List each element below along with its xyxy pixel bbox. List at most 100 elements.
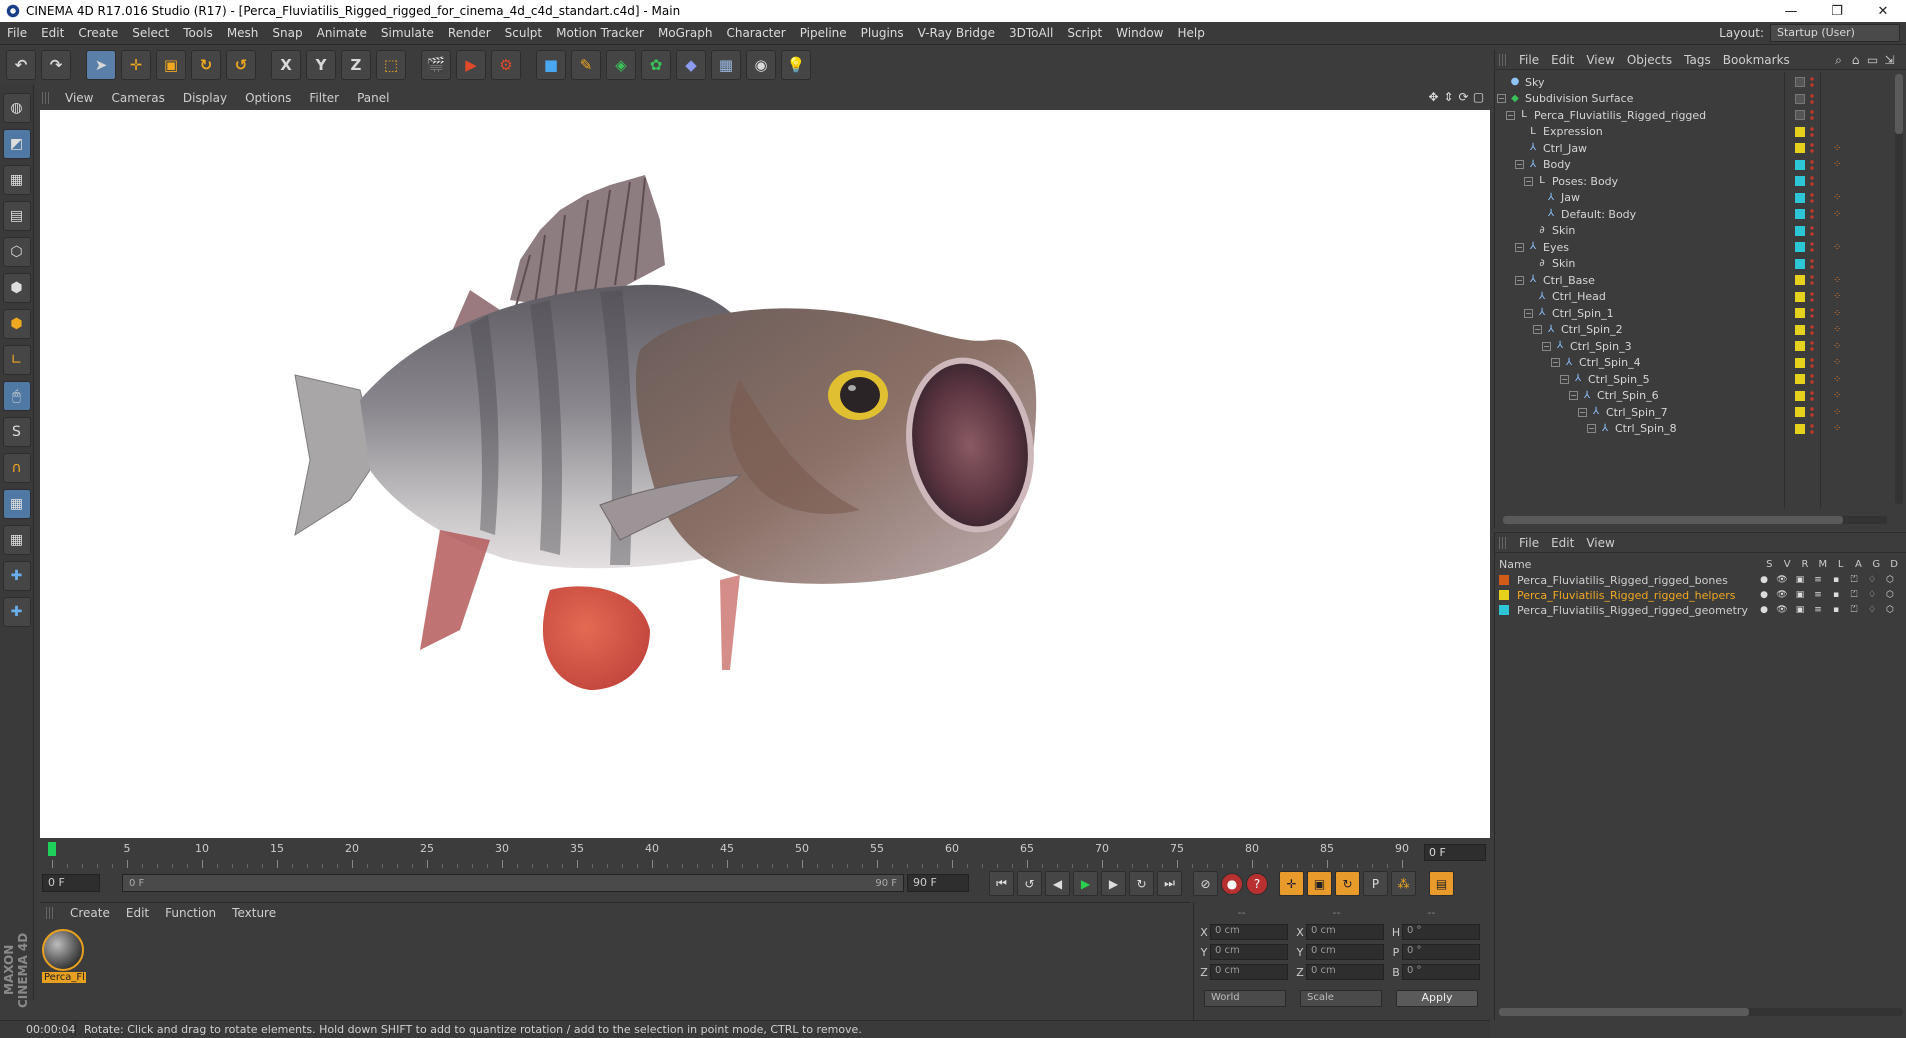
menu-3dtoall[interactable]: 3DToAll [1002,26,1060,40]
viewport-menu-options[interactable]: Options [236,91,300,105]
animation-icon[interactable]: ⏍ [1845,605,1863,615]
object-name[interactable]: Jaw [1561,191,1580,204]
autokey-icon[interactable]: ● [1221,873,1243,895]
visibility-dots-icon[interactable] [1810,406,1814,418]
collapse-toggle-icon[interactable]: − [1542,341,1551,351]
layer-color-swatch[interactable] [1795,176,1805,186]
viewport-menu-panel[interactable]: Panel [348,91,398,105]
polygons-mode-icon[interactable]: ⬢ [2,309,31,339]
layer-horizontal-scrollbar[interactable] [1499,1008,1903,1016]
menu-plugins[interactable]: Plugins [854,26,911,40]
viewport-menu-filter[interactable]: Filter [300,91,348,105]
end-frame-field[interactable]: 90 F [907,874,969,892]
menu-render[interactable]: Render [441,26,498,40]
size-x-field[interactable]: 0 cm [1306,924,1384,940]
material-preview-ball[interactable] [42,929,84,971]
panel-grip-icon[interactable] [46,907,54,919]
object-name[interactable]: Ctrl_Spin_3 [1570,340,1632,353]
object-name[interactable]: Ctrl_Spin_8 [1615,422,1677,435]
object-name[interactable]: Default: Body [1561,208,1636,221]
z-axis-icon[interactable]: Z [341,50,371,80]
apply-button[interactable]: Apply [1396,990,1478,1007]
key-rotation-icon[interactable]: ↻ [1335,871,1360,896]
layer-row[interactable]: Perca_Fluviatilis_Rigged_rigged_helpers ●… [1499,588,1903,602]
visibility-dots-icon[interactable] [1810,191,1814,204]
layer-color-swatch[interactable] [1795,374,1805,384]
maximize-button[interactable]: ❐ [1814,0,1860,22]
current-frame-field[interactable]: 0 F [1424,844,1486,861]
objects-menu-edit[interactable]: Edit [1545,53,1580,67]
visibility-dots-icon[interactable] [1810,224,1814,237]
key-position-icon[interactable]: ✛ [1279,871,1304,896]
expand-icon[interactable]: ⇲ [1881,53,1898,68]
planar-grid-icon[interactable]: ▦ [2,489,31,519]
layer-color-swatch[interactable] [1795,357,1805,368]
layer-color-swatch[interactable] [1795,341,1805,351]
objects-menu-file[interactable]: File [1513,53,1545,67]
visibility-dots-icon[interactable] [1810,356,1814,369]
model-mode-icon[interactable]: ◩ [2,129,31,159]
object-name[interactable]: Ctrl_Spin_5 [1588,373,1650,386]
solo-icon[interactable]: ● [1755,575,1773,585]
generator-icon[interactable]: ♢ [1863,590,1881,600]
ik-tag-icon[interactable]: ⁘ [1833,390,1841,401]
layer-color-swatch[interactable] [1795,242,1805,252]
coordinate-space-dropdown[interactable]: World [1204,990,1286,1007]
preview-range-slider[interactable]: 0 F 90 F [122,874,904,892]
visibility-dots-icon[interactable] [1810,373,1814,385]
x-axis-icon[interactable]: X [271,50,301,80]
visibility-dots-icon[interactable] [1810,274,1814,286]
render-settings-icon[interactable]: ⚙ [491,50,521,80]
pan-view-icon[interactable]: ✥ [1426,90,1441,104]
ik-tag-icon[interactable]: ⁘ [1833,423,1841,434]
menu-select[interactable]: Select [125,26,176,40]
lock-icon[interactable]: ▪ [1827,575,1845,585]
ik-tag-icon[interactable]: ⁘ [1833,407,1841,418]
layer-color-swatch[interactable] [1795,110,1805,120]
play-icon[interactable]: ▶ [1073,871,1098,896]
animation-icon[interactable]: ⏍ [1845,590,1863,600]
generator-icon[interactable]: ♢ [1863,605,1881,615]
object-name[interactable]: Skin [1552,224,1575,237]
next-key-icon[interactable]: ↻ [1129,871,1154,896]
ik-tag-icon[interactable]: ⁘ [1833,209,1841,220]
ik-tag-icon[interactable]: ⁘ [1833,275,1841,286]
size-y-field[interactable]: 0 cm [1306,944,1384,960]
layer-color-swatch[interactable] [1795,159,1805,170]
visibility-dots-icon[interactable] [1810,257,1814,270]
object-name[interactable]: Ctrl_Spin_4 [1579,356,1641,369]
collapse-toggle-icon[interactable]: − [1515,275,1524,285]
material-swatch[interactable]: Perca_Fl [42,929,86,983]
render-view-icon[interactable]: 🎬 [421,50,451,80]
go-to-end-icon[interactable]: ⏭ [1157,871,1182,896]
object-name[interactable]: Ctrl_Spin_1 [1552,307,1614,320]
visibility-dots-icon[interactable] [1810,208,1814,220]
layer-row[interactable]: Perca_Fluviatilis_Rigged_rigged_bones ● 👁 ▣… [1499,573,1903,587]
pos-y-field[interactable]: 0 cm [1210,944,1288,960]
object-name[interactable]: Skin [1552,257,1575,270]
orbit-view-icon[interactable]: ⟳ [1456,90,1471,104]
object-name[interactable]: Eyes [1543,241,1569,254]
objects-menu-view[interactable]: View [1580,53,1620,67]
rot-h-field[interactable]: 0 ° [1402,924,1480,940]
layer-color-swatch[interactable] [1795,258,1805,269]
axis-mode-icon[interactable]: ∟ [2,345,31,375]
object-name[interactable]: Poses: Body [1552,175,1618,188]
start-frame-field[interactable]: 0 F [42,874,100,892]
menu-file[interactable]: File [0,26,34,40]
layers-menu-view[interactable]: View [1580,536,1620,550]
layer-color-swatch[interactable] [1795,423,1805,434]
layer-color-swatch[interactable] [1795,209,1805,219]
points-mode-icon[interactable]: ⬡ [2,237,31,267]
rotate-icon[interactable]: ↻ [191,50,221,80]
make-editable-icon[interactable]: ◍ [2,93,31,123]
panel-grip-icon[interactable] [42,92,50,104]
select-icon[interactable]: ➤ [86,50,116,80]
viewport-menu-cameras[interactable]: Cameras [102,91,173,105]
viewport-menu-view[interactable]: View [56,91,102,105]
edges-mode-icon[interactable]: ⬢ [2,273,31,303]
subdivision-icon[interactable]: ◈ [606,50,636,80]
recent-icon[interactable]: ↺ [226,50,256,80]
collapse-toggle-icon[interactable]: − [1551,358,1560,367]
visibility-dots-icon[interactable] [1810,323,1814,336]
